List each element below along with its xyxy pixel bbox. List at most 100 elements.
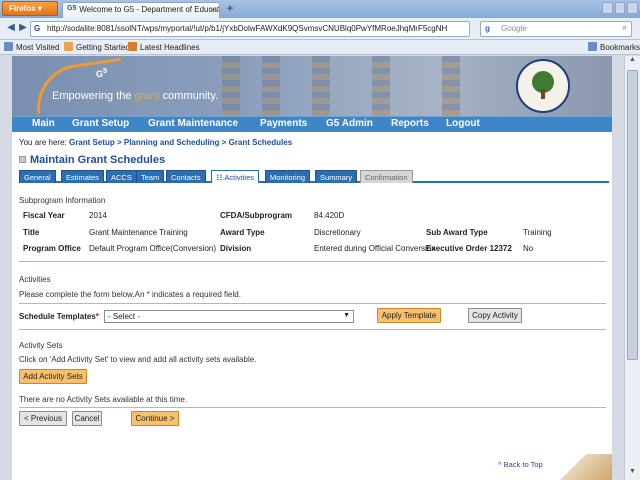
- new-tab-icon[interactable]: +: [223, 2, 237, 16]
- breadcrumb: You are here: Grant Setup > Planning and…: [19, 138, 292, 147]
- url-text: http://sodalite:8081/ssolNT/wps/myportal…: [47, 24, 448, 33]
- main-menu: Main Grant Setup Grant Maintenance Payme…: [12, 116, 612, 132]
- menu-reports[interactable]: Reports: [391, 118, 429, 129]
- fiscal-year-value: 2014: [89, 211, 107, 220]
- division-value: Entered during Official Conversion: [314, 244, 436, 253]
- tab-activities-label: Activities: [224, 173, 254, 182]
- exec-order-value: No: [523, 244, 534, 253]
- bookmark-most-visited[interactable]: Most Visited: [4, 42, 59, 52]
- chevron-down-icon: ▼: [343, 312, 350, 319]
- select-value: - Select -: [108, 312, 141, 321]
- bookmark-getting-started[interactable]: Getting Started: [64, 42, 130, 52]
- firefox-menu-button[interactable]: Firefox ▾: [2, 1, 58, 16]
- seal-trunk: [541, 89, 545, 99]
- tab-accs[interactable]: ACCS: [106, 170, 137, 183]
- breadcrumb-prefix: You are here:: [19, 138, 69, 147]
- previous-button[interactable]: < Previous: [19, 411, 67, 426]
- schedule-templates-select[interactable]: - Select - ▼: [104, 310, 354, 323]
- divider: [19, 329, 606, 330]
- footer-decoration: [552, 454, 612, 480]
- divider: [19, 407, 606, 408]
- google-icon: g: [485, 24, 490, 33]
- minimize-icon[interactable]: [602, 2, 613, 14]
- forward-icon[interactable]: ▶: [16, 21, 30, 35]
- sub-award-type-value: Training: [523, 228, 552, 237]
- banner-shelf: [262, 56, 280, 116]
- page-title-icon: [19, 156, 26, 163]
- tab-close-icon[interactable]: ×: [210, 5, 215, 15]
- schedule-templates-label: Schedule Templates*: [19, 312, 99, 321]
- url-bar[interactable]: G http://sodalite:8081/ssolNT/wps/myport…: [30, 21, 470, 37]
- exec-order-label: Executive Order 12372: [426, 244, 512, 253]
- activity-sets-empty: There are no Activity Sets available at …: [19, 395, 188, 404]
- rss-icon: [128, 42, 137, 51]
- banner-shelf: [442, 56, 460, 116]
- divider: [19, 303, 606, 304]
- search-input[interactable]: g Google ⌕: [480, 21, 632, 37]
- tab-general[interactable]: General: [19, 170, 56, 183]
- cancel-button[interactable]: Cancel: [72, 411, 102, 426]
- scroll-down-icon[interactable]: ▼: [625, 468, 640, 480]
- menu-g5-admin[interactable]: G5 Admin: [326, 118, 373, 129]
- divider: [19, 261, 606, 262]
- cfda-value: 84.420D: [314, 211, 345, 220]
- program-office-value: Default Program Office(Conversion): [89, 244, 217, 253]
- firefox-menu-label: Firefox: [9, 4, 36, 13]
- continue-button[interactable]: Continue >: [131, 411, 179, 426]
- close-window-icon[interactable]: [627, 2, 639, 14]
- bookmarks-icon: [588, 42, 597, 51]
- tab-title: Welcome to G5 - Department of Educati...: [79, 5, 220, 15]
- tab-monitoring[interactable]: Monitoring: [265, 170, 311, 183]
- bookmark-label: Most Visited: [16, 43, 60, 52]
- apply-template-button[interactable]: Apply Template: [377, 308, 441, 323]
- bookmarks-menu-label: Bookmarks: [600, 43, 640, 52]
- breadcrumb-grant-schedules[interactable]: Grant Schedules: [229, 138, 293, 147]
- copy-activity-button[interactable]: Copy Activity: [468, 308, 522, 323]
- browser-tab[interactable]: G5 Welcome to G5 - Department of Educati…: [62, 2, 220, 18]
- department-seal-icon: [516, 59, 570, 113]
- breadcrumb-separator: >: [114, 138, 124, 147]
- breadcrumb-grant-setup[interactable]: Grant Setup: [69, 138, 115, 147]
- activity-sets-instructions: Click on 'Add Activity Set' to view and …: [19, 355, 257, 364]
- firefox-page-icon: [64, 42, 73, 51]
- bookmarks-menu[interactable]: Bookmarks: [588, 42, 640, 52]
- bookmarks-toolbar: Most Visited Getting Started Latest Head…: [0, 40, 640, 55]
- cfda-label: CFDA/Subprogram: [220, 211, 292, 220]
- banner-shelf: [222, 56, 240, 116]
- maximize-icon[interactable]: [614, 2, 626, 14]
- bookmark-label: Latest Headlines: [140, 43, 200, 52]
- tab-estimates[interactable]: Estimates: [61, 170, 104, 183]
- page-scrollbar[interactable]: ▲ ▼: [624, 56, 640, 480]
- tab-summary[interactable]: Summary: [315, 170, 358, 183]
- menu-main[interactable]: Main: [32, 118, 55, 129]
- page-title: Maintain Grant Schedules: [19, 154, 165, 166]
- back-to-top-link[interactable]: ^ Back to Top: [498, 460, 543, 469]
- tab-team[interactable]: Team: [136, 170, 165, 183]
- bookmark-label: Getting Started: [76, 43, 130, 52]
- breadcrumb-planning[interactable]: Planning and Scheduling: [124, 138, 220, 147]
- g5-banner: G5 Empowering the grant community.: [12, 56, 612, 116]
- award-type-label: Award Type: [220, 228, 265, 237]
- fiscal-year-label: Fiscal Year: [23, 211, 65, 220]
- tab-contacts[interactable]: Contacts: [166, 170, 206, 183]
- breadcrumb-separator: >: [219, 138, 229, 147]
- menu-grant-setup[interactable]: Grant Setup: [72, 118, 129, 129]
- tab-activities[interactable]: ☷ Activities: [211, 170, 259, 183]
- banner-shelf: [312, 56, 330, 116]
- menu-grant-maintenance[interactable]: Grant Maintenance: [148, 118, 238, 129]
- scroll-up-icon[interactable]: ▲: [625, 56, 640, 68]
- tab-confirmation: Confirmation: [360, 170, 413, 183]
- g5-logo-arc: [31, 57, 127, 115]
- window-controls: [602, 2, 639, 14]
- scrollbar-thumb[interactable]: [627, 70, 638, 360]
- banner-shelf: [372, 56, 390, 116]
- page-title-text: Maintain Grant Schedules: [30, 154, 166, 166]
- bookmark-latest-headlines[interactable]: Latest Headlines: [128, 42, 200, 52]
- add-activity-sets-button[interactable]: Add Activity Sets: [19, 369, 87, 384]
- browser-navbar: ◀ ▶ G http://sodalite:8081/ssolNT/wps/my…: [0, 18, 640, 40]
- g5-logo: G5: [96, 66, 108, 79]
- menu-logout[interactable]: Logout: [446, 118, 480, 129]
- search-icon[interactable]: ⌕: [623, 23, 627, 33]
- title-value: Grant Maintenance Training: [89, 228, 188, 237]
- menu-payments[interactable]: Payments: [260, 118, 307, 129]
